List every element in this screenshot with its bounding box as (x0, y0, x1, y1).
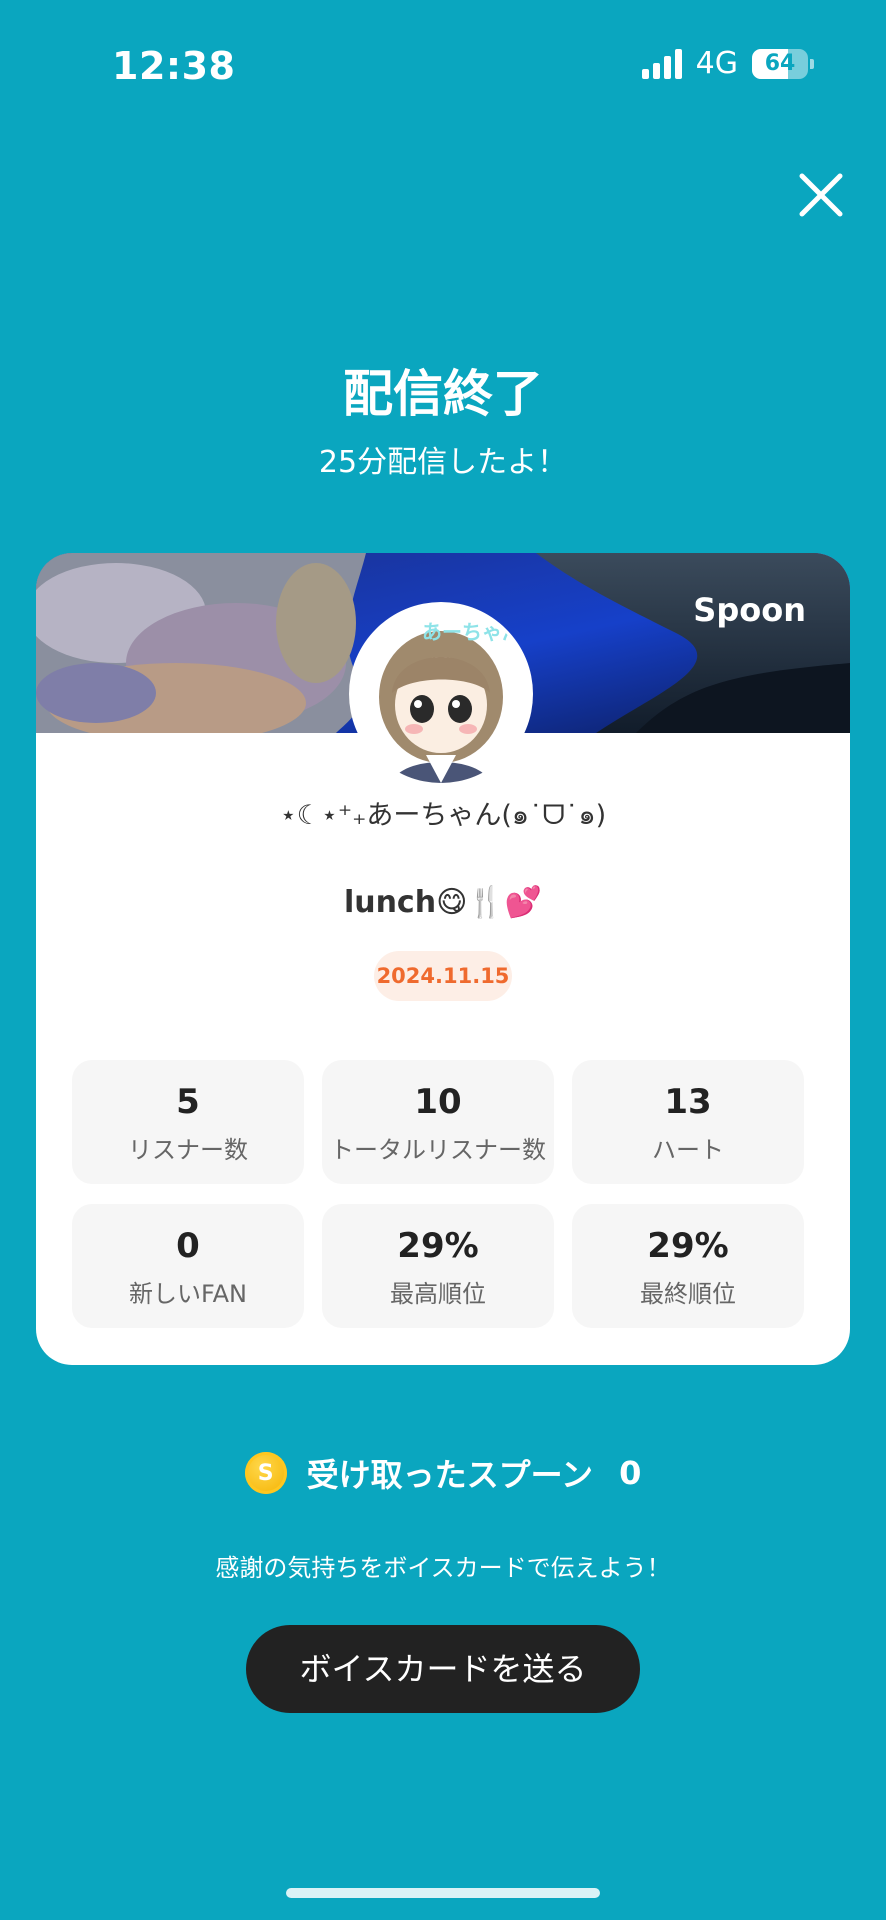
page-title: 配信終了 (343, 365, 543, 423)
stat-label: 最終順位 (640, 1280, 736, 1308)
stat-label: トータルリスナー数 (330, 1136, 546, 1164)
date-badge: 2024.11.15 (374, 951, 512, 1001)
stat-hearts: 13 ハート (572, 1060, 804, 1184)
broadcast-title: lunch😋🍴💕 (343, 885, 543, 920)
avatar-illustration: あーちゃん (352, 605, 530, 783)
stat-label: 最高順位 (390, 1280, 486, 1308)
broadcast-summary-card: Spoon あーちゃん ⋆☾⋆⁺₊あーちゃん(๑˙ᗜ˙๑) lunch😋🍴💕 2… (36, 553, 850, 1365)
avatar[interactable]: あーちゃん (352, 605, 530, 783)
spoons-received-count: 0 (619, 1454, 642, 1492)
signal-icon (641, 48, 682, 79)
battery-percent: 64 (764, 50, 796, 76)
home-indicator[interactable] (286, 1888, 600, 1898)
stat-label: 新しいFAN (129, 1280, 247, 1308)
page-subtitle: 25分配信したよ！ (318, 445, 568, 480)
stat-label: ハート (652, 1136, 724, 1164)
stat-listeners: 5 リスナー数 (72, 1060, 304, 1184)
spoons-received-label: 受け取ったスプーン (306, 1456, 594, 1494)
stat-final-rank: 29% 最終順位 (572, 1204, 804, 1328)
send-voice-card-button[interactable]: ボイスカードを送る (246, 1625, 640, 1713)
close-button[interactable] (796, 170, 846, 220)
status-indicators: 4G 64 (641, 46, 814, 81)
stat-value: 0 (176, 1226, 200, 1266)
stat-highest-rank: 29% 最高順位 (322, 1204, 554, 1328)
spoon-logo: Spoon (693, 591, 806, 629)
status-time: 12:38 (112, 44, 236, 88)
stat-total-listeners: 10 トータルリスナー数 (322, 1060, 554, 1184)
stat-value: 13 (664, 1082, 712, 1122)
stat-value: 29% (647, 1226, 729, 1266)
spoon-coin-icon: S (244, 1452, 287, 1494)
stats-grid: 5 リスナー数 10 トータルリスナー数 13 ハート 0 新しいFAN 29%… (72, 1060, 806, 1328)
stat-label: リスナー数 (128, 1136, 248, 1164)
spoons-received: S 受け取ったスプーン 0 (0, 1450, 886, 1496)
network-type: 4G (695, 46, 738, 81)
thanks-message: 感謝の気持ちをボイスカードで伝えよう！ (215, 1554, 671, 1582)
battery-tip (810, 58, 814, 69)
stat-value: 5 (176, 1082, 200, 1122)
battery-icon: 64 (752, 48, 808, 79)
broadcaster-name: ⋆☾⋆⁺₊あーちゃん(๑˙ᗜ˙๑) (279, 800, 607, 831)
stat-value: 29% (397, 1226, 479, 1266)
stat-value: 10 (414, 1082, 462, 1122)
stat-new-fans: 0 新しいFAN (72, 1204, 304, 1328)
close-icon (799, 173, 843, 217)
